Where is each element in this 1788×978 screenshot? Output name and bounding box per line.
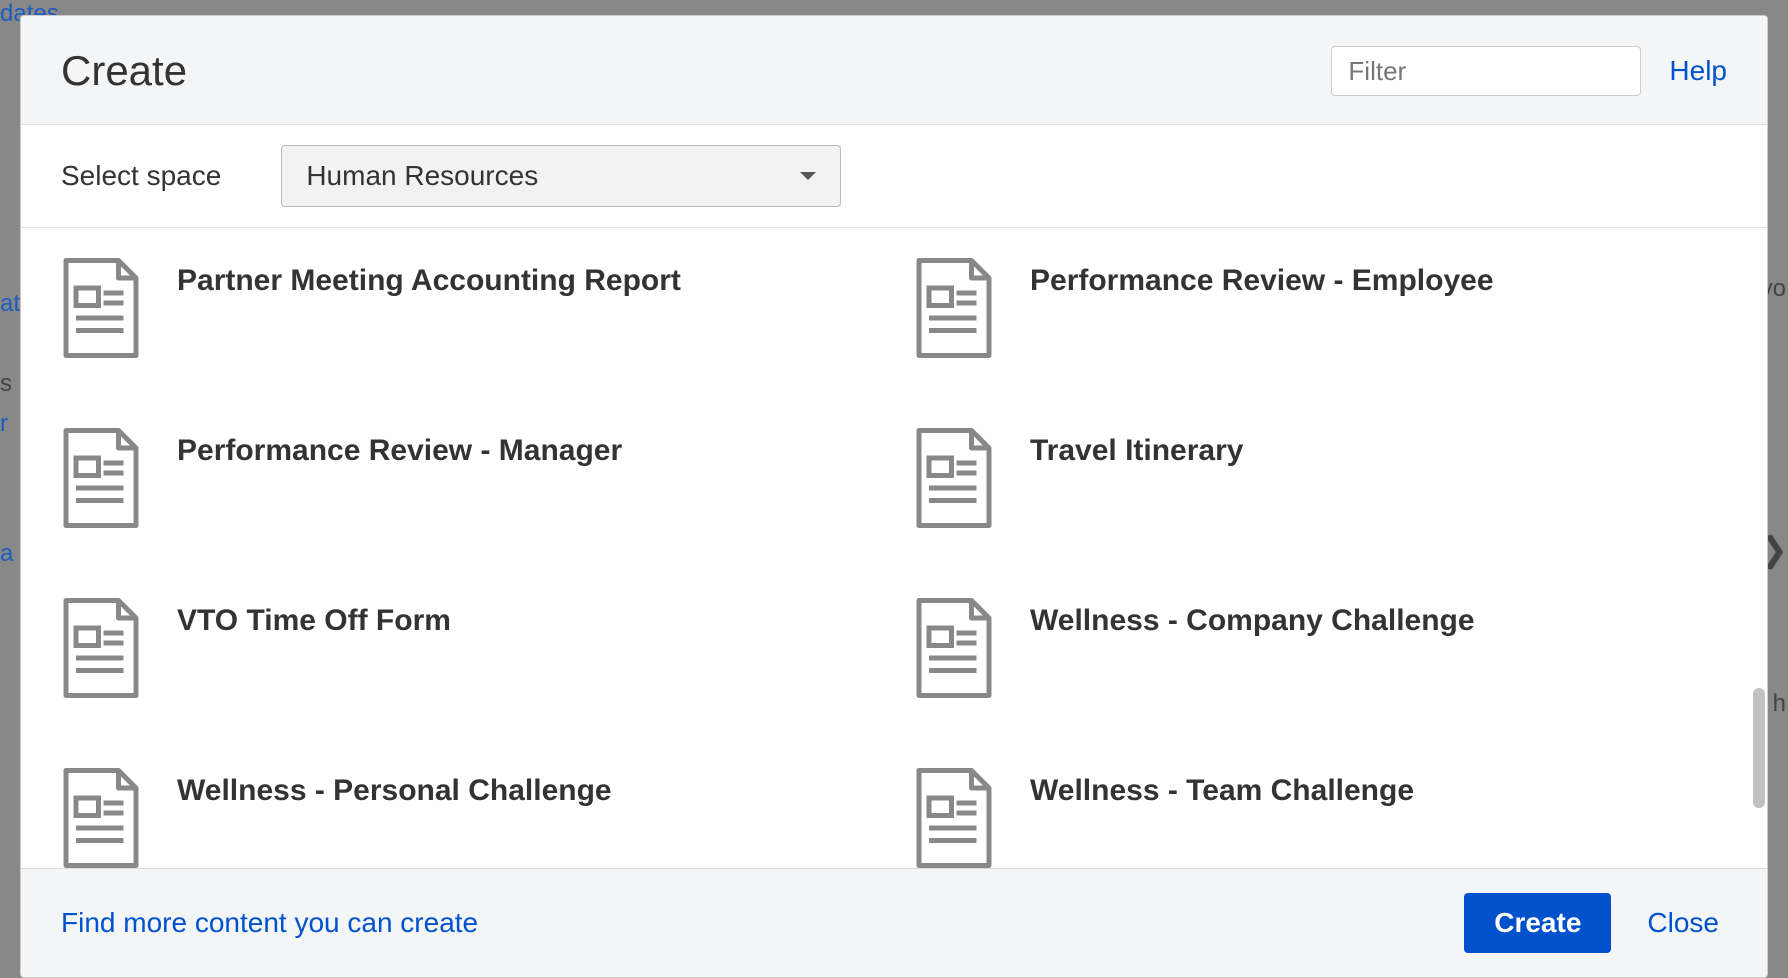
backdrop-text: s [0, 370, 12, 398]
space-selector-bar: Select space Human Resources [21, 125, 1767, 228]
document-icon [914, 258, 994, 358]
document-icon [914, 598, 994, 698]
find-more-link[interactable]: Find more content you can create [61, 907, 1464, 939]
select-space-label: Select space [61, 160, 221, 192]
document-icon [61, 428, 141, 528]
filter-input[interactable] [1331, 46, 1641, 96]
space-select-value: Human Resources [306, 160, 538, 192]
template-item[interactable]: Partner Meeting Accounting Report [61, 258, 874, 368]
template-item[interactable]: Travel Itinerary [914, 428, 1727, 538]
backdrop-text: at [0, 290, 20, 318]
document-icon [61, 768, 141, 868]
create-button[interactable]: Create [1464, 893, 1611, 953]
space-select[interactable]: Human Resources [281, 145, 841, 207]
document-icon [914, 428, 994, 528]
document-icon [61, 598, 141, 698]
dialog-footer: Find more content you can create Create … [21, 868, 1767, 977]
chevron-down-icon [800, 172, 816, 180]
template-title: Wellness - Personal Challenge [177, 768, 612, 808]
backdrop-text: h [1773, 690, 1786, 718]
dialog-title: Create [61, 47, 1331, 95]
document-icon [914, 768, 994, 868]
template-title: Wellness - Company Challenge [1030, 598, 1475, 638]
template-title: Travel Itinerary [1030, 428, 1243, 468]
template-item[interactable]: Performance Review - Employee [914, 258, 1727, 368]
create-dialog: Create Help Select space Human Resources… [20, 15, 1768, 978]
help-link[interactable]: Help [1669, 55, 1727, 87]
template-title: Performance Review - Manager [177, 428, 622, 468]
backdrop-text: a [0, 540, 13, 568]
backdrop-text: r [0, 410, 8, 438]
template-title: Partner Meeting Accounting Report [177, 258, 681, 298]
template-list: Partner Meeting Accounting Report Perform… [21, 228, 1767, 868]
template-item[interactable]: Wellness - Company Challenge [914, 598, 1727, 708]
template-title: Performance Review - Employee [1030, 258, 1494, 298]
scrollbar-thumb[interactable] [1753, 688, 1765, 808]
document-icon [61, 258, 141, 358]
template-item[interactable]: Performance Review - Manager [61, 428, 874, 538]
dialog-header: Create Help [21, 16, 1767, 125]
template-item[interactable]: Wellness - Team Challenge [914, 768, 1727, 868]
template-title: Wellness - Team Challenge [1030, 768, 1414, 808]
template-item[interactable]: Wellness - Personal Challenge [61, 768, 874, 868]
template-item[interactable]: VTO Time Off Form [61, 598, 874, 708]
close-button[interactable]: Close [1639, 893, 1727, 953]
template-title: VTO Time Off Form [177, 598, 451, 638]
